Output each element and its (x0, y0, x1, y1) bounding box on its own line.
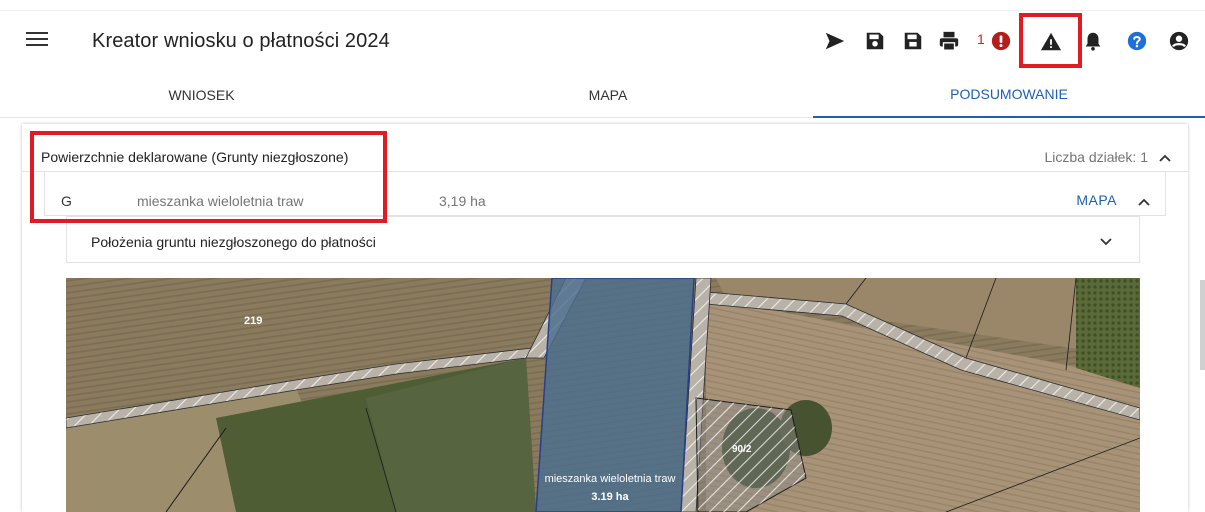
tab-bar: WNIOSEK MAPA PODSUMOWANIE (0, 72, 1205, 118)
account-icon[interactable] (1168, 30, 1190, 52)
error-icon[interactable] (990, 30, 1012, 52)
chevron-down-icon[interactable] (1099, 234, 1113, 248)
map-link[interactable]: MAPA (1076, 192, 1117, 208)
map-label-219: 219 (244, 315, 262, 327)
tab-podsumowanie[interactable]: PODSUMOWANIE (813, 72, 1205, 118)
map-label-area: 3.19 ha (591, 491, 629, 503)
error-count: 1 (977, 31, 985, 47)
tab-wniosek[interactable]: WNIOSEK (0, 72, 403, 118)
location-label: Położenia gruntu niezgłoszonego do płatn… (91, 234, 376, 250)
print-icon[interactable] (938, 30, 960, 52)
parcel-area: 3,19 ha (439, 193, 486, 209)
section-highlight-box (30, 131, 387, 223)
save-as-icon[interactable] (902, 30, 924, 52)
tab-mapa[interactable]: MAPA (403, 72, 813, 118)
location-expander[interactable]: Położenia gruntu niezgłoszonego do płatn… (66, 216, 1140, 263)
warning-highlight-box (1019, 13, 1082, 68)
parcel-map[interactable]: 219 90/2 mieszanka wieloletnia traw 3.19… (66, 278, 1140, 512)
page-title: Kreator wniosku o płatności 2024 (92, 30, 390, 52)
save-icon[interactable] (864, 30, 886, 52)
chevron-up-icon[interactable] (1137, 195, 1151, 209)
send-icon[interactable] (824, 30, 846, 52)
parcel-count: Liczba działek: 1 (1044, 149, 1148, 165)
chevron-up-icon[interactable] (1158, 151, 1172, 165)
help-icon[interactable] (1126, 30, 1148, 52)
map-label-crop: mieszanka wieloletnia traw (545, 473, 676, 485)
menu-icon[interactable] (26, 29, 48, 51)
scrollbar[interactable] (1200, 280, 1205, 370)
map-label-902: 90/2 (732, 444, 752, 455)
bell-icon[interactable] (1082, 30, 1104, 52)
